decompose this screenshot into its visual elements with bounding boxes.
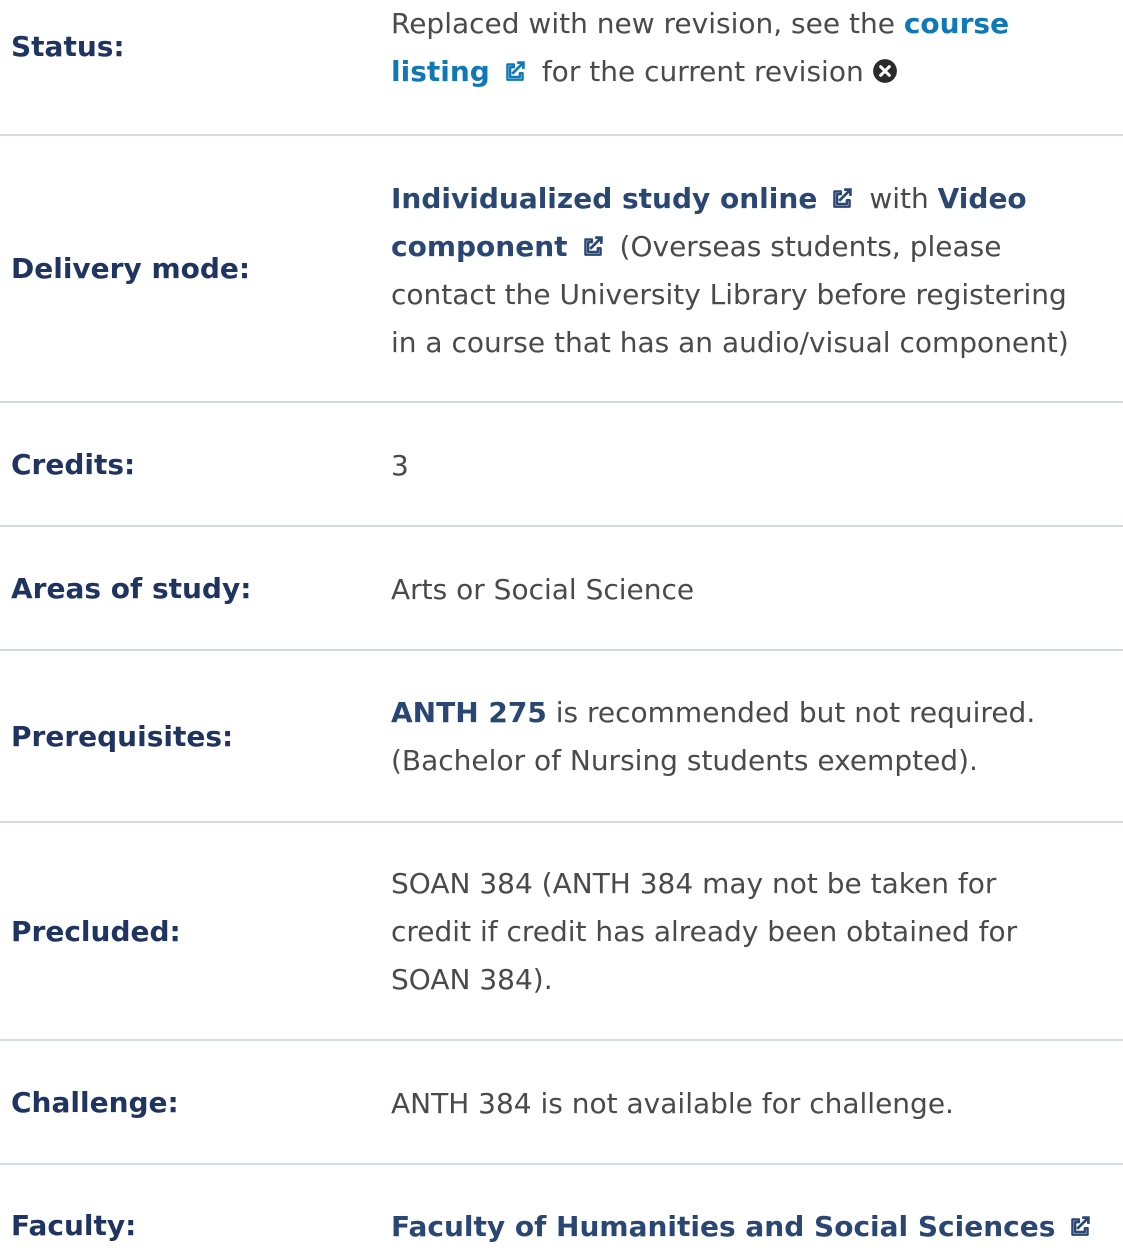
precluded-value: SOAN 384 (ANTH 384 may not be taken for … bbox=[380, 858, 1123, 1004]
faculty-row: Faculty: Faculty of Humanities and Socia… bbox=[0, 1165, 1123, 1243]
delivery-note-line3: in a course that has an audio/visual com… bbox=[391, 325, 1069, 359]
anth-275-link[interactable]: ANTH 275 bbox=[391, 696, 547, 729]
course-listing-link[interactable]: listing bbox=[391, 55, 490, 88]
status-text-after: for the current revision bbox=[541, 55, 864, 88]
course-listing-link-part1[interactable]: course bbox=[904, 7, 1009, 40]
precluded-line3: SOAN 384). bbox=[391, 963, 553, 996]
delivery-row: Delivery mode: Individualized study onli… bbox=[0, 136, 1123, 403]
external-link-icon[interactable] bbox=[580, 233, 606, 259]
individualized-study-link[interactable]: Individualized study online bbox=[391, 182, 817, 215]
credits-row: Credits: 3 bbox=[0, 403, 1123, 527]
challenge-label: Challenge: bbox=[11, 1085, 179, 1119]
delivery-text-mid: with bbox=[869, 181, 938, 215]
close-circle-icon[interactable] bbox=[872, 58, 898, 84]
course-details-table: Status: Replaced with new revision, see … bbox=[0, 0, 1123, 1243]
prerequisites-value: ANTH 275 is recommended but not required… bbox=[380, 687, 1123, 785]
delivery-value: Individualized study online with Video co… bbox=[380, 171, 1123, 367]
areas-value: Arts or Social Science bbox=[391, 573, 695, 606]
external-link-icon[interactable] bbox=[1067, 1213, 1093, 1239]
external-link-icon[interactable] bbox=[829, 185, 855, 211]
challenge-row: Challenge: ANTH 384 is not available for… bbox=[0, 1041, 1123, 1165]
prerequisites-text-line2: (Bachelor of Nursing students exempted). bbox=[391, 744, 978, 777]
precluded-line1: SOAN 384 (ANTH 384 may not be taken for bbox=[391, 867, 997, 900]
status-value: Replaced with new revision, see the cour… bbox=[380, 0, 1123, 96]
prerequisites-text-line1: is recommended but not required. bbox=[546, 696, 1036, 729]
challenge-value: ANTH 384 is not available for challenge. bbox=[391, 1087, 954, 1120]
faculty-label: Faculty: bbox=[11, 1209, 137, 1242]
prerequisites-row: Prerequisites: ANTH 275 is recommended b… bbox=[0, 651, 1123, 823]
precluded-line2: credit if credit has already been obtain… bbox=[391, 915, 1018, 948]
areas-label: Areas of study: bbox=[11, 571, 252, 605]
status-row: Status: Replaced with new revision, see … bbox=[0, 0, 1123, 136]
external-link-icon[interactable] bbox=[502, 58, 528, 84]
precluded-label: Precluded: bbox=[11, 914, 181, 948]
status-label: Status: bbox=[11, 30, 125, 63]
video-component-link[interactable]: component bbox=[391, 230, 568, 263]
status-text-before: Replaced with new revision, see the bbox=[391, 7, 904, 40]
prerequisites-label: Prerequisites: bbox=[11, 719, 234, 753]
credits-label: Credits: bbox=[11, 447, 136, 481]
faculty-value: Faculty of Humanities and Social Science… bbox=[380, 1165, 1123, 1251]
delivery-note-line2: contact the University Library before re… bbox=[391, 277, 1067, 311]
delivery-note-line1: (Overseas students, please bbox=[619, 229, 1002, 263]
faculty-link[interactable]: Faculty of Humanities and Social Science… bbox=[391, 1210, 1055, 1243]
video-component-link-part1[interactable]: Video bbox=[938, 182, 1027, 215]
precluded-row: Precluded: SOAN 384 (ANTH 384 may not be… bbox=[0, 823, 1123, 1041]
delivery-label: Delivery mode: bbox=[11, 252, 251, 285]
areas-row: Areas of study: Arts or Social Science bbox=[0, 527, 1123, 651]
credits-value: 3 bbox=[391, 449, 409, 482]
